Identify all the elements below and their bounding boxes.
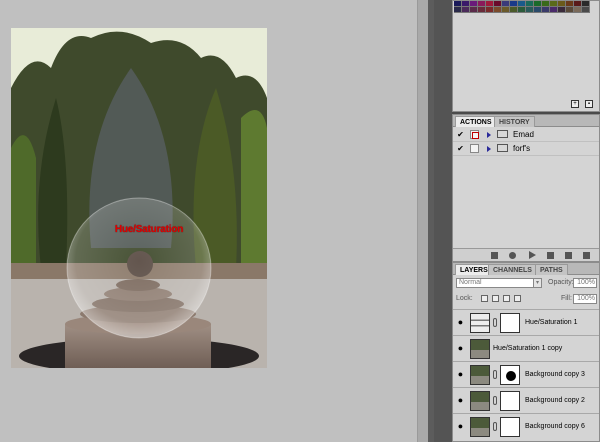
color-swatch[interactable]: [526, 7, 534, 13]
color-swatch[interactable]: [502, 7, 510, 13]
action-set-row[interactable]: ✔ forf's: [453, 142, 599, 156]
eye-icon[interactable]: ●: [455, 317, 466, 328]
folder-icon: [497, 130, 508, 138]
eye-icon[interactable]: ●: [455, 369, 466, 380]
tab-paths[interactable]: PATHS: [535, 264, 568, 275]
swatch-row-2[interactable]: [454, 7, 590, 13]
layer-name[interactable]: Background copy 2: [525, 396, 585, 405]
color-swatch[interactable]: [566, 7, 574, 13]
action-set-label: forf's: [513, 144, 531, 153]
layer-mask-thumbnail[interactable]: [500, 417, 520, 437]
actions-panel: ACTIONS HISTORY ✔ Emad ✔ forf's: [452, 114, 600, 262]
layer-name[interactable]: Hue/Saturation 1: [525, 318, 578, 327]
action-set-label: Emad: [513, 130, 534, 139]
trash-icon[interactable]: ▪: [585, 100, 593, 108]
tab-actions[interactable]: ACTIONS: [455, 116, 497, 127]
link-icon[interactable]: [493, 396, 497, 405]
layer-thumbnail: [470, 417, 490, 437]
color-swatch[interactable]: [574, 7, 582, 13]
link-icon[interactable]: [493, 422, 497, 431]
opacity-label: Opacity:: [548, 279, 574, 286]
color-swatch[interactable]: [534, 7, 542, 13]
tab-channels[interactable]: CHANNELS: [488, 264, 537, 275]
blend-mode-select[interactable]: Normal ▾: [456, 278, 542, 288]
color-swatch[interactable]: [494, 7, 502, 13]
layer-row[interactable]: ● Background copy 3: [453, 361, 599, 387]
layer-thumbnail: [470, 391, 490, 411]
swatches-footer-icons: + ▪: [571, 100, 593, 108]
canvas-area[interactable]: Hue/Saturation: [0, 0, 417, 442]
folder-icon: [497, 144, 508, 152]
panels-column: + ▪ ACTIONS HISTORY ✔ Emad ✔ forf's LAYE…: [434, 0, 600, 442]
toggle-item-check-icon[interactable]: ✔: [456, 130, 465, 139]
new-set-icon[interactable]: [547, 252, 554, 259]
expand-triangle-icon[interactable]: [487, 132, 491, 138]
fountain-photo: [11, 28, 267, 368]
color-swatch[interactable]: [518, 7, 526, 13]
toggle-dialog-icon[interactable]: [470, 144, 479, 153]
document-image[interactable]: Hue/Saturation: [11, 28, 267, 368]
link-icon[interactable]: [493, 370, 497, 379]
swatches-panel: + ▪: [452, 0, 600, 112]
layer-name[interactable]: Background copy 3: [525, 370, 585, 379]
action-set-row[interactable]: ✔ Emad: [453, 128, 599, 142]
actions-toolbar: [453, 248, 599, 261]
color-swatch[interactable]: [462, 7, 470, 13]
lock-label: Lock:: [456, 295, 473, 302]
stop-icon[interactable]: [491, 252, 498, 259]
color-swatch[interactable]: [470, 7, 478, 13]
blend-mode-value: Normal: [459, 279, 482, 286]
layers-tabbar: LAYERS CHANNELS PATHS: [453, 263, 599, 275]
eye-icon[interactable]: ●: [455, 343, 466, 354]
lock-all-icon[interactable]: [514, 295, 521, 302]
lock-icons: [481, 295, 521, 302]
color-swatch[interactable]: [478, 7, 486, 13]
image-caption-text: Hue/Saturation: [114, 224, 184, 235]
play-icon[interactable]: [529, 251, 536, 259]
layer-row[interactable]: ● Hue/Saturation 1 copy: [453, 335, 599, 361]
toggle-dialog-icon[interactable]: [470, 130, 479, 139]
layer-mask-thumbnail[interactable]: [500, 391, 520, 411]
fill-label: Fill:: [561, 295, 572, 302]
eye-icon[interactable]: ●: [455, 421, 466, 432]
adjustment-thumbnail: [470, 313, 490, 333]
lock-transparency-icon[interactable]: [481, 295, 488, 302]
record-icon[interactable]: [509, 252, 516, 259]
expand-triangle-icon[interactable]: [487, 146, 491, 152]
layer-thumbnail: [470, 365, 490, 385]
layer-mask-thumbnail[interactable]: [500, 365, 520, 385]
color-swatch[interactable]: [510, 7, 518, 13]
trash-icon[interactable]: [583, 252, 590, 259]
eye-icon[interactable]: ●: [455, 395, 466, 406]
toggle-item-check-icon[interactable]: ✔: [456, 144, 465, 153]
new-swatch-icon[interactable]: +: [571, 100, 579, 108]
layers-panel: LAYERS CHANNELS PATHS Normal ▾ Opacity: …: [452, 262, 600, 442]
color-swatch[interactable]: [582, 7, 590, 13]
fill-field[interactable]: 100%: [573, 294, 597, 304]
layer-name[interactable]: Background copy 6: [525, 422, 585, 431]
tab-history[interactable]: HISTORY: [494, 116, 535, 127]
actions-tabbar: ACTIONS HISTORY: [453, 115, 599, 127]
color-swatch[interactable]: [454, 7, 462, 13]
chevron-down-icon: ▾: [533, 279, 541, 287]
color-swatch[interactable]: [558, 7, 566, 13]
layer-mask-thumbnail[interactable]: [500, 313, 520, 333]
layer-row[interactable]: ● Hue/Saturation 1: [453, 309, 599, 335]
color-swatch[interactable]: [486, 7, 494, 13]
lock-pixels-icon[interactable]: [492, 295, 499, 302]
layer-row[interactable]: ● Background copy 6: [453, 413, 599, 439]
new-action-icon[interactable]: [565, 252, 572, 259]
lock-position-icon[interactable]: [503, 295, 510, 302]
link-icon[interactable]: [493, 318, 497, 327]
panel-splitter[interactable]: [417, 0, 435, 442]
layer-row[interactable]: ● Background copy 2: [453, 387, 599, 413]
color-swatch[interactable]: [550, 7, 558, 13]
opacity-field[interactable]: 100%: [573, 278, 597, 288]
layer-thumbnail: [470, 339, 490, 359]
panel-dock-edge: [434, 0, 452, 442]
layer-name[interactable]: Hue/Saturation 1 copy: [493, 344, 562, 353]
color-swatch[interactable]: [542, 7, 550, 13]
